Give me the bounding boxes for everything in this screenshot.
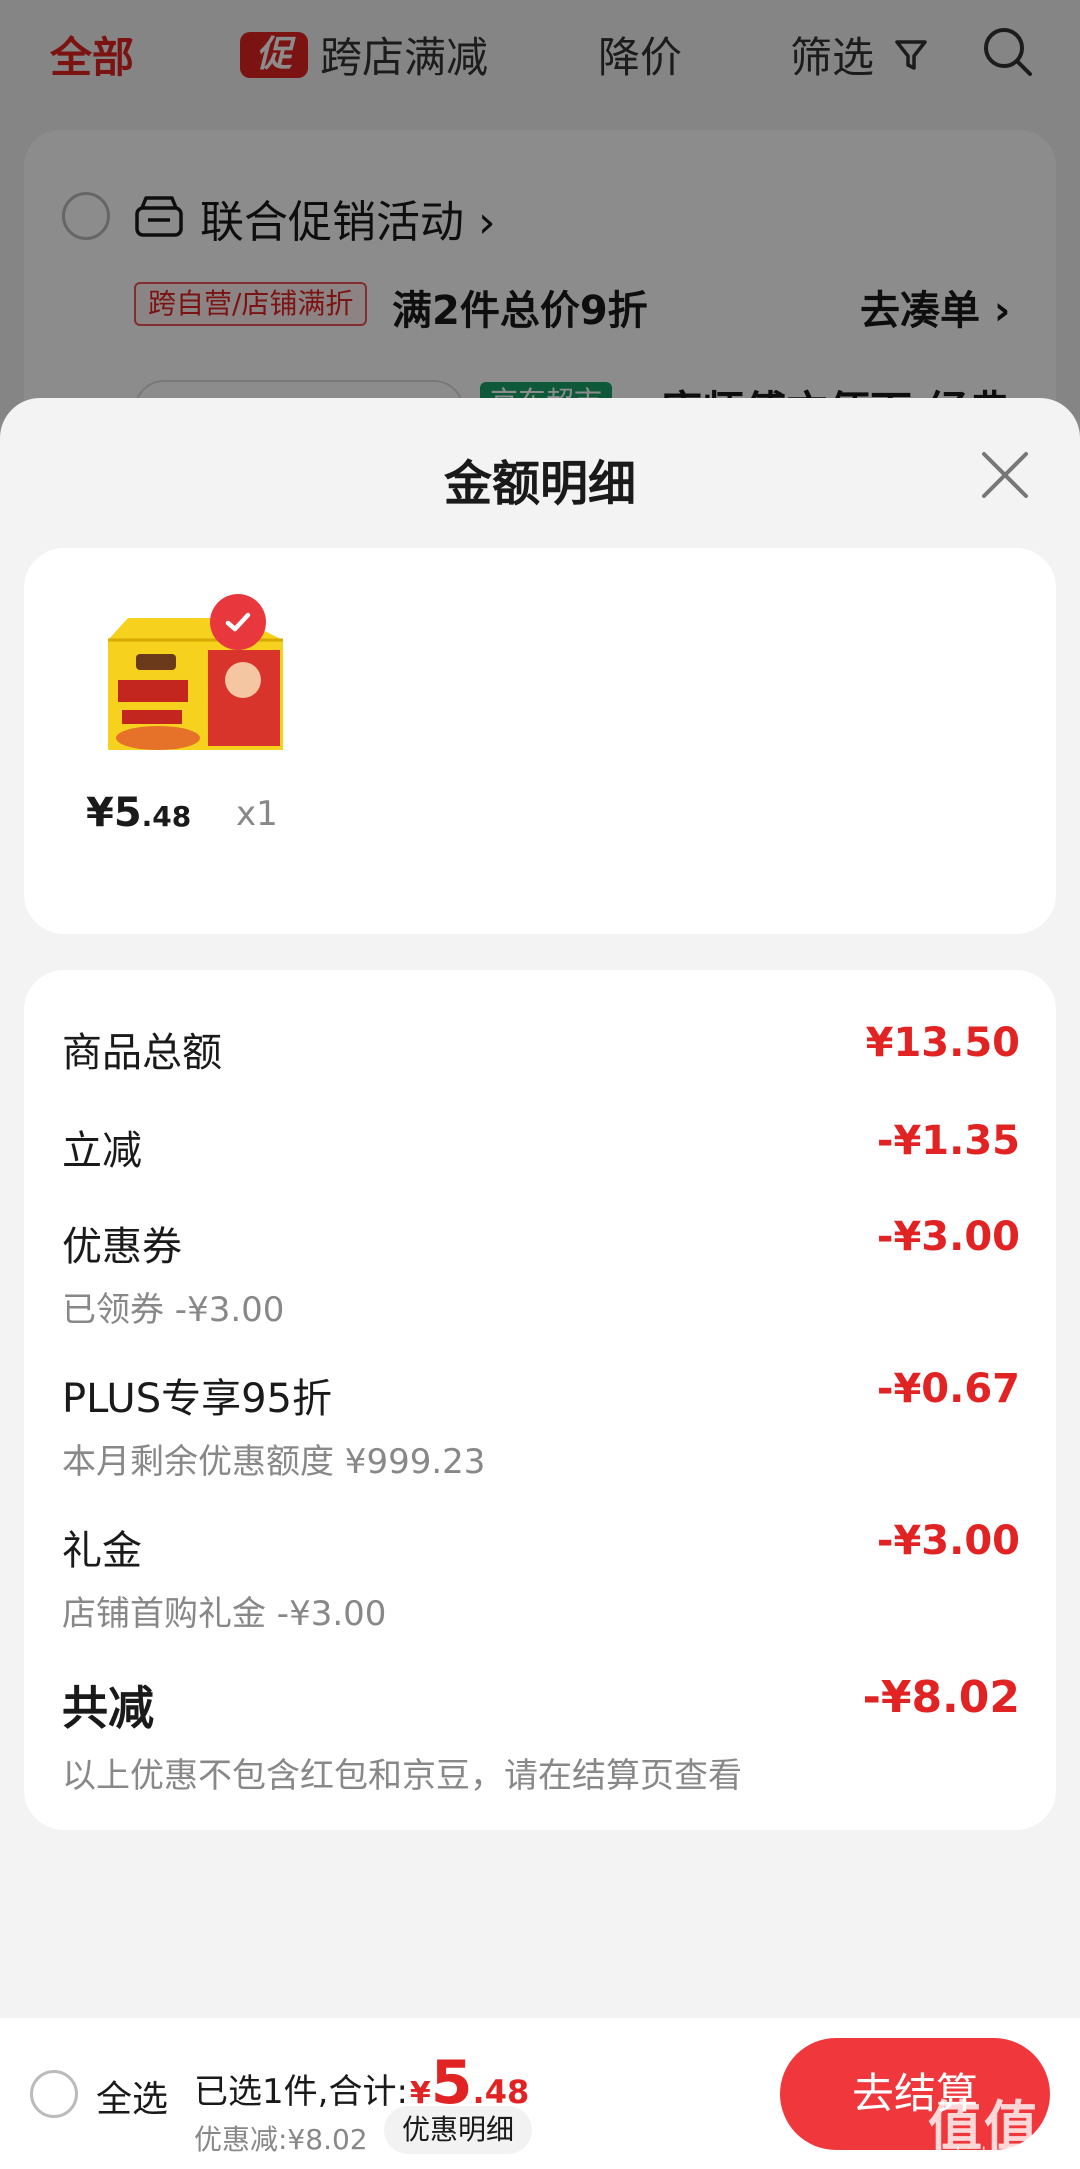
amount-breakdown-card: 商品总额 ¥13.50 立减 -¥1.35 优惠券 已领券 -¥3.00 -¥3…	[24, 970, 1056, 1830]
amount-detail-sheet: 金额明细 ¥5.48 x1 商品总额 ¥13.50 立减 -¥1.35 优惠券 …	[0, 398, 1080, 2169]
selected-summary: 已选1件,合计: ¥ 5 .48	[194, 2048, 529, 2118]
instant-noodle-product-image	[108, 618, 283, 750]
select-all-label[interactable]: 全选	[96, 2070, 168, 2122]
row-instant-discount: 立减 -¥1.35	[62, 1118, 1020, 1176]
goods-price: ¥5.48	[86, 790, 192, 836]
row-amount: -¥0.67	[876, 1366, 1020, 1412]
overlay-dim[interactable]	[0, 0, 1080, 420]
selected-goods-card: ¥5.48 x1	[24, 548, 1056, 934]
row-amount: -¥3.00	[876, 1214, 1020, 1260]
row-plus-discount: PLUS专享95折 本月剩余优惠额度 ¥999.23 -¥0.67	[62, 1366, 1020, 1483]
close-icon[interactable]	[978, 448, 1032, 502]
row-amount: ¥13.50	[865, 1020, 1020, 1066]
summary-amount-int: 5	[430, 2048, 473, 2118]
row-sub: 已领券 -¥3.00	[62, 1290, 285, 1330]
row-amount: -¥3.00	[876, 1518, 1020, 1564]
total-amount: -¥8.02	[862, 1672, 1020, 1723]
select-all-radio[interactable]	[30, 2070, 78, 2118]
row-sub: 店铺首购礼金 -¥3.00	[62, 1594, 387, 1634]
row-total-discount: 共减 以上优惠不包含红包和京豆，请在结算页查看 -¥8.02	[62, 1672, 1020, 1797]
goods-quantity: x1	[236, 794, 278, 834]
row-goods-total: 商品总额 ¥13.50	[62, 1020, 1020, 1078]
summary-prefix: 已选1件,合计:	[194, 2072, 408, 2112]
discount-detail-button[interactable]: 优惠明细	[384, 2106, 533, 2154]
sheet-title: 金额明细	[443, 456, 636, 512]
row-amount: -¥1.35	[876, 1118, 1020, 1164]
watermark-url: zhizhizhi.com	[946, 2144, 1068, 2165]
total-note: 以上优惠不包含红包和京豆，请在结算页查看	[62, 1756, 742, 1796]
row-coupon: 优惠券 已领券 -¥3.00 -¥3.00	[62, 1214, 1020, 1331]
discount-amount: 优惠减:¥8.02	[194, 2123, 368, 2156]
background-page: 全部 促 跨店满减 降价 筛选 联合促销活动 › 跨自营/店铺满折 满2件总价9…	[0, 0, 1080, 440]
row-sub: 本月剩余优惠额度 ¥999.23	[62, 1442, 486, 1482]
checkout-bar: 全选 已选1件,合计: ¥ 5 .48 优惠减:¥8.02 优惠明细 去结算	[0, 2018, 1080, 2169]
selected-check-icon	[210, 594, 266, 650]
row-gift-money: 礼金 店铺首购礼金 -¥3.00 -¥3.00	[62, 1518, 1020, 1635]
